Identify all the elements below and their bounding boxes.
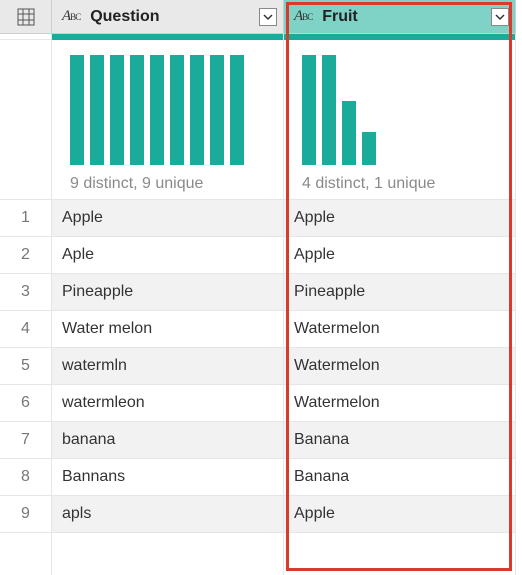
- cell-fruit[interactable]: Apple: [284, 496, 516, 533]
- cell-fruit[interactable]: Banana: [284, 422, 516, 459]
- cell-value: watermln: [62, 357, 127, 375]
- histogram-bar: [230, 55, 244, 165]
- cell-value: Apple: [294, 209, 335, 227]
- column-profile-fruit: 4 distinct, 1 unique: [284, 40, 516, 200]
- cell-value: Pineapple: [62, 283, 133, 301]
- chevron-down-icon: [263, 12, 273, 22]
- row-number-label: 1: [21, 209, 30, 227]
- text-type-icon: ABC: [294, 8, 312, 25]
- row-number-label: 8: [21, 468, 30, 486]
- histogram-bar: [130, 55, 144, 165]
- histogram-bar: [342, 101, 356, 165]
- column-name: Question: [90, 8, 259, 26]
- histogram: [302, 55, 497, 165]
- cell-value: Watermelon: [294, 394, 380, 412]
- histogram: [70, 55, 265, 165]
- histogram-bar: [302, 55, 316, 165]
- row-number[interactable]: 5: [0, 348, 52, 385]
- text-type-icon: ABC: [62, 8, 80, 25]
- histogram-bar: [70, 55, 84, 165]
- table-icon: [17, 8, 35, 26]
- cell-fruit[interactable]: Watermelon: [284, 348, 516, 385]
- row-number-label: 7: [21, 431, 30, 449]
- row-number[interactable]: 4: [0, 311, 52, 348]
- column-filter-button[interactable]: [491, 8, 509, 26]
- cell-value: Watermelon: [294, 320, 380, 338]
- row-number[interactable]: 9: [0, 496, 52, 533]
- histogram-bar: [362, 132, 376, 165]
- column-stats: 9 distinct, 9 unique: [70, 175, 265, 193]
- histogram-bar: [322, 55, 336, 165]
- empty-gutter: [0, 533, 52, 575]
- cell-value: Banana: [294, 468, 349, 486]
- cell-question[interactable]: Water melon: [52, 311, 284, 348]
- row-number[interactable]: 6: [0, 385, 52, 422]
- cell-value: Apple: [294, 246, 335, 264]
- cell-question[interactable]: Bannans: [52, 459, 284, 496]
- cell-question[interactable]: watermleon: [52, 385, 284, 422]
- empty-cell: [52, 533, 284, 575]
- histogram-bar: [110, 55, 124, 165]
- cell-value: apls: [62, 505, 91, 523]
- cell-value: Watermelon: [294, 357, 380, 375]
- row-number[interactable]: 8: [0, 459, 52, 496]
- row-number[interactable]: 1: [0, 200, 52, 237]
- cell-value: Apple: [62, 209, 103, 227]
- cell-question[interactable]: apls: [52, 496, 284, 533]
- row-number-label: 3: [21, 283, 30, 301]
- column-header-question[interactable]: ABC Question: [52, 0, 284, 34]
- row-number-label: 6: [21, 394, 30, 412]
- cell-question[interactable]: Aple: [52, 237, 284, 274]
- cell-value: Banana: [294, 431, 349, 449]
- row-number-label: 4: [21, 320, 30, 338]
- histogram-bar: [150, 55, 164, 165]
- row-number[interactable]: 3: [0, 274, 52, 311]
- row-number-label: 9: [21, 505, 30, 523]
- chevron-down-icon: [495, 12, 505, 22]
- cell-value: Pineapple: [294, 283, 365, 301]
- histogram-bar: [170, 55, 184, 165]
- histogram-bar: [210, 55, 224, 165]
- cell-value: Water melon: [62, 320, 152, 338]
- cell-fruit[interactable]: Banana: [284, 459, 516, 496]
- cell-fruit[interactable]: Watermelon: [284, 385, 516, 422]
- column-name: Fruit: [322, 8, 491, 26]
- cell-value: Aple: [62, 246, 94, 264]
- row-number-label: 2: [21, 246, 30, 264]
- cell-question[interactable]: Pineapple: [52, 274, 284, 311]
- histogram-bar: [90, 55, 104, 165]
- column-filter-button[interactable]: [259, 8, 277, 26]
- cell-fruit[interactable]: Pineapple: [284, 274, 516, 311]
- cell-fruit[interactable]: Apple: [284, 237, 516, 274]
- empty-cell: [284, 533, 516, 575]
- column-header-fruit[interactable]: ABC Fruit: [284, 0, 516, 34]
- histogram-bar: [190, 55, 204, 165]
- row-number[interactable]: 7: [0, 422, 52, 459]
- column-profile-question: 9 distinct, 9 unique: [52, 40, 284, 200]
- cell-fruit[interactable]: Watermelon: [284, 311, 516, 348]
- profile-gutter: [0, 40, 52, 200]
- row-number-label: 5: [21, 357, 30, 375]
- cell-question[interactable]: banana: [52, 422, 284, 459]
- cell-question[interactable]: watermln: [52, 348, 284, 385]
- cell-question[interactable]: Apple: [52, 200, 284, 237]
- table-corner[interactable]: [0, 0, 52, 34]
- row-number[interactable]: 2: [0, 237, 52, 274]
- cell-fruit[interactable]: Apple: [284, 200, 516, 237]
- column-stats: 4 distinct, 1 unique: [302, 175, 497, 193]
- cell-value: banana: [62, 431, 115, 449]
- table-preview: ABC Question ABC Fruit 9 distinct, 9 unique 4…: [0, 0, 522, 575]
- cell-value: watermleon: [62, 394, 145, 412]
- cell-value: Apple: [294, 505, 335, 523]
- cell-value: Bannans: [62, 468, 125, 486]
